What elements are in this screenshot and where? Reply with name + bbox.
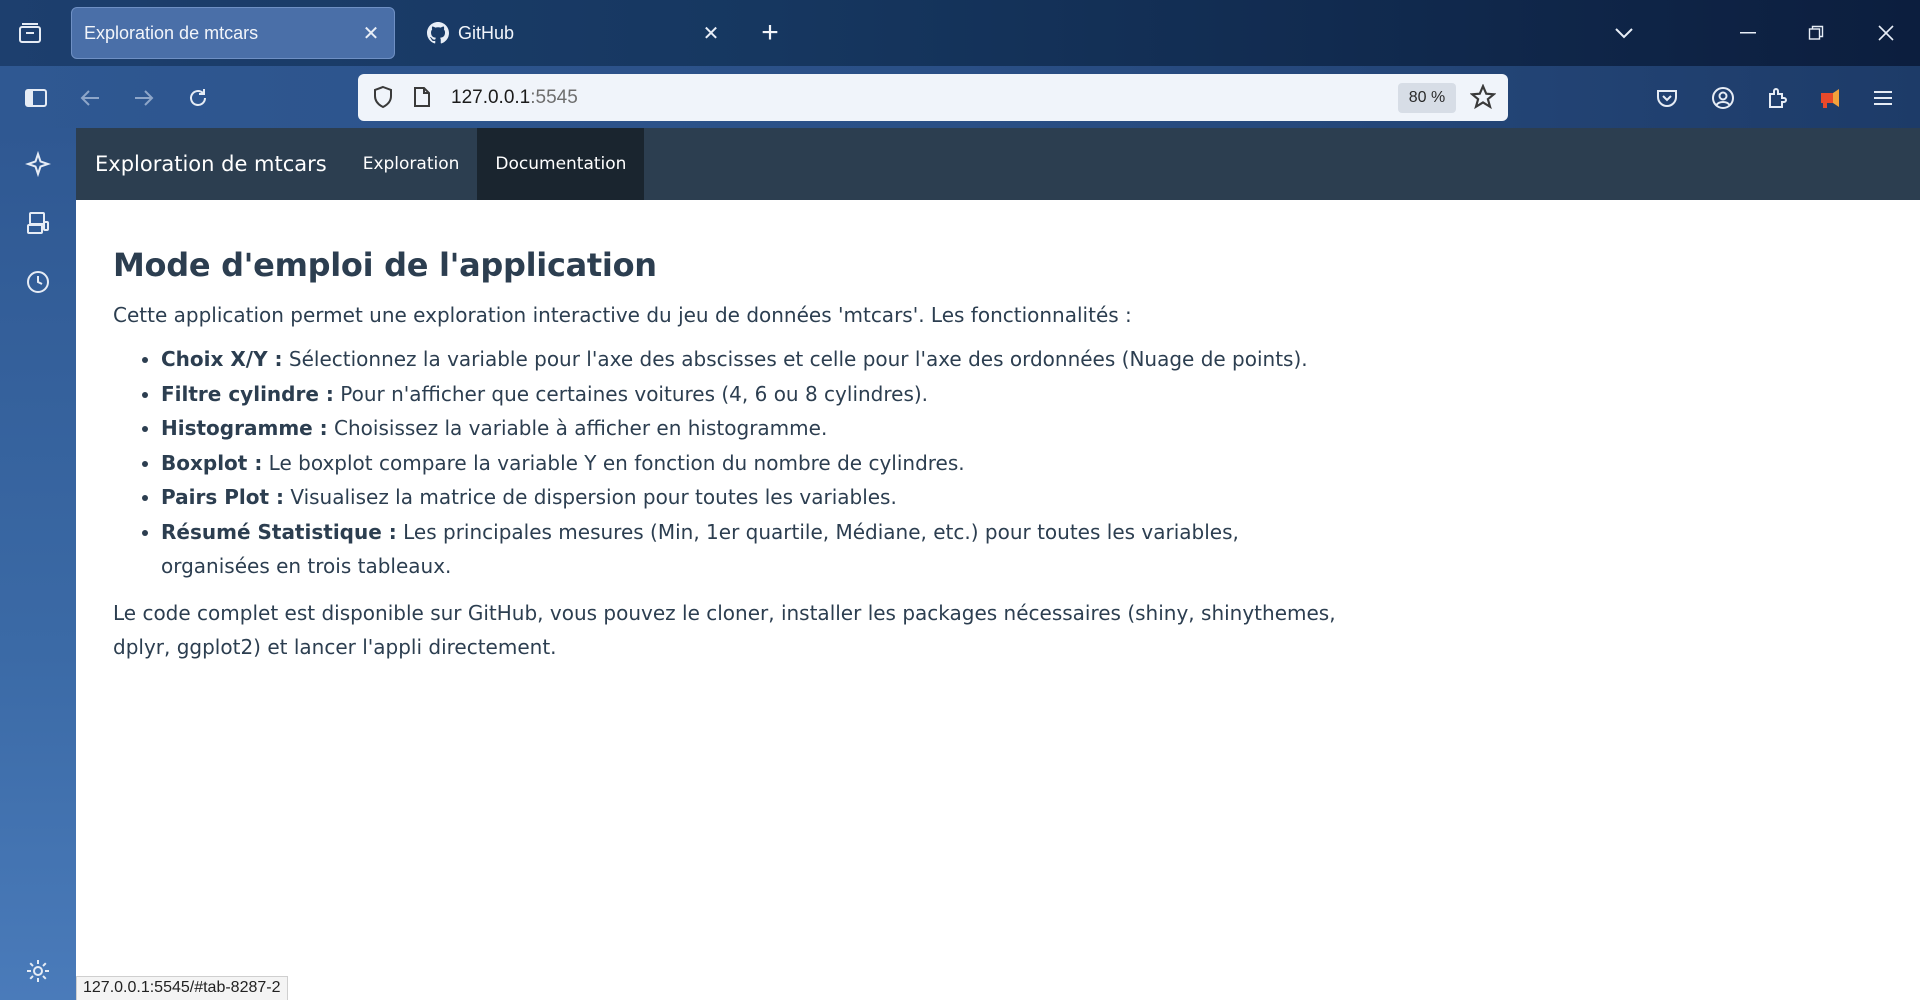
list-item: Filtre cylindre : Pour n'afficher que ce…	[161, 377, 1353, 412]
synced-tabs-icon[interactable]	[20, 205, 56, 241]
feature-name: Pairs Plot :	[161, 485, 284, 509]
feature-desc: Sélectionnez la variable pour l'axe des …	[282, 347, 1308, 371]
back-icon[interactable]	[73, 81, 107, 115]
browser-sidebar	[0, 128, 76, 1000]
new-tab-button[interactable]: +	[754, 17, 786, 49]
feature-name: Résumé Statistique :	[161, 519, 397, 544]
close-window-icon[interactable]	[1866, 16, 1906, 50]
intro-text: Cette application permet une exploration…	[113, 303, 1132, 327]
feature-name: Choix X/Y :	[161, 347, 283, 371]
app-navbar: Exploration de mtcars Exploration Docume…	[76, 128, 1920, 200]
feature-name: Filtre cylindre :	[161, 381, 334, 406]
feature-desc: Le boxplot compare la variable Y en fonc…	[262, 450, 965, 475]
url-port: :5545	[530, 87, 578, 108]
shield-icon[interactable]	[372, 85, 394, 114]
app-brand[interactable]: Exploration de mtcars	[95, 152, 327, 176]
menu-icon[interactable]	[1866, 81, 1900, 115]
address-bar[interactable]: 127.0.0.1:5545 80 %	[358, 74, 1508, 121]
list-item: Boxplot : Le boxplot compare la variable…	[161, 446, 1353, 481]
bookmark-star-icon[interactable]	[1469, 83, 1497, 115]
status-url-tooltip: 127.0.0.1:5545/#tab-8287-2	[76, 976, 288, 1000]
reload-icon[interactable]	[181, 81, 215, 115]
extensions-icon[interactable]	[1760, 81, 1794, 115]
browser-tab-exploration[interactable]: Exploration de mtcars ✕	[71, 7, 395, 59]
url-text[interactable]: 127.0.0.1:5545	[451, 87, 578, 109]
megaphone-icon[interactable]	[1813, 81, 1847, 115]
sidebar-toggle-icon[interactable]	[19, 81, 53, 115]
nav-tab-exploration[interactable]: Exploration	[345, 128, 478, 200]
close-tab-icon[interactable]: ✕	[360, 22, 382, 45]
settings-gear-icon[interactable]	[20, 953, 56, 989]
nav-tab-documentation[interactable]: Documentation	[477, 128, 645, 200]
page-info-icon[interactable]	[412, 86, 432, 113]
page-title: Mode d'emploi de l'application	[113, 246, 657, 284]
feature-desc: Visualisez la matrice de dispersion pour…	[283, 485, 897, 509]
tab-title: GitHub	[458, 22, 515, 43]
feature-desc: Choisissez la variable à afficher en his…	[327, 416, 828, 440]
feature-name: Histogramme :	[161, 416, 328, 440]
tab-title: Exploration de mtcars	[84, 22, 259, 43]
browser-tab-github[interactable]: GitHub ✕	[414, 7, 734, 59]
url-host: 127.0.0.1	[451, 87, 531, 108]
github-icon	[426, 21, 450, 45]
list-all-tabs-icon[interactable]	[1604, 16, 1644, 50]
browser-toolbar: 127.0.0.1:5545 80 %	[0, 66, 1920, 128]
list-item: Résumé Statistique : Les principales mes…	[161, 515, 1353, 584]
list-item: Histogramme : Choisissez la variable à a…	[161, 411, 1353, 446]
browser-tab-strip: Exploration de mtcars ✕ GitHub ✕ +	[0, 0, 1920, 66]
history-clock-icon[interactable]	[20, 264, 56, 300]
minimize-icon[interactable]	[1728, 16, 1768, 50]
app-page: Exploration de mtcars Exploration Docume…	[76, 128, 1920, 1000]
list-item: Pairs Plot : Visualisez la matrice de di…	[161, 480, 1353, 515]
restore-icon[interactable]	[1796, 16, 1836, 50]
feature-list: Choix X/Y : Sélectionnez la variable pou…	[113, 342, 1353, 584]
documentation-panel: Mode d'emploi de l'application Cette app…	[113, 246, 1353, 664]
pocket-icon[interactable]	[1650, 81, 1684, 115]
close-tab-icon[interactable]: ✕	[700, 22, 722, 45]
code-note-text: Le code complet est disponible sur GitHu…	[113, 600, 1336, 659]
zoom-level-badge[interactable]: 80 %	[1398, 83, 1456, 113]
account-icon[interactable]	[1706, 81, 1740, 115]
list-item: Choix X/Y : Sélectionnez la variable pou…	[161, 342, 1353, 377]
ai-sparkle-icon[interactable]	[20, 146, 56, 182]
feature-desc: Pour n'afficher que certaines voitures (…	[333, 381, 929, 406]
tab-manager-icon[interactable]	[12, 17, 48, 49]
feature-name: Boxplot :	[161, 450, 263, 475]
forward-icon[interactable]	[127, 81, 161, 115]
